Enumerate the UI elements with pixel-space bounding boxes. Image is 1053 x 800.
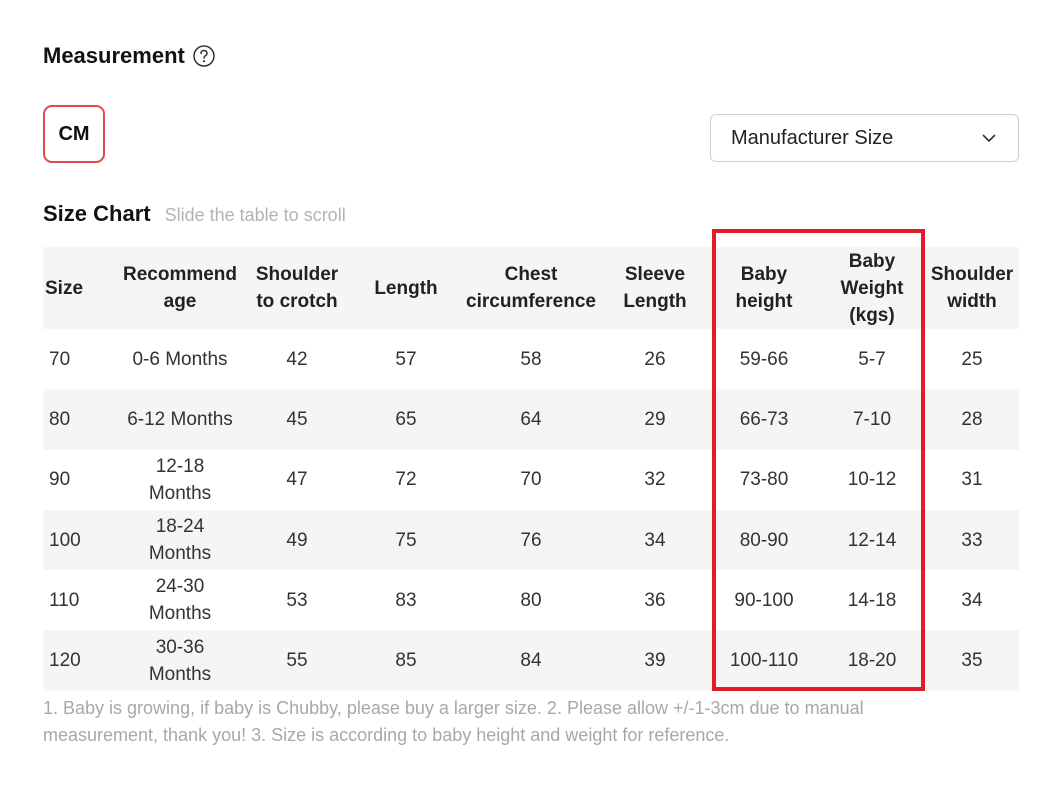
size-type-value: Manufacturer Size [731,126,894,149]
table-cell: 66-73 [709,389,819,450]
unit-cm-button[interactable]: CM [43,105,105,163]
table-cell: 80-90 [709,509,819,571]
table-cell: 76 [461,509,601,571]
table-cell: 18-20 [819,630,925,691]
measurement-header: Measurement [43,43,215,69]
table-cell: 110 [49,589,80,611]
table-cell: 65 [351,389,461,450]
size-chart-title: Size Chart [43,201,151,226]
unit-cm-label: CM [58,122,90,145]
table-row: 110 24-30 Months 53 83 80 36 90-100 14-1… [43,570,1019,630]
size-chart-header: Size Chart Slide the table to scroll [43,201,346,227]
table-cell: 72 [395,469,417,491]
table-row: 80 6-12 Months 45 65 64 29 66-73 7-10 28 [43,389,1019,450]
table-cell: 10-12 [847,469,897,491]
col-header-chest: Chest circumference [461,247,601,329]
table-cell: 35 [925,630,1019,691]
table-cell: 42 [286,348,308,370]
table-cell: 49 [243,509,351,571]
question-icon[interactable] [193,45,215,67]
size-table[interactable]: Size Recommend age Shoulder to crotch Le… [43,247,1019,691]
table-cell: 34 [601,509,709,571]
table-cell: 18-24 Months [117,509,243,571]
table-header-row: Size Recommend age Shoulder to crotch Le… [43,247,1019,329]
table-cell: 7-10 [819,389,925,450]
table-row: 70 0-6 Months 42 57 58 26 59-66 5-7 25 [43,329,1019,389]
table-cell: 31 [961,469,983,491]
table-cell: 73-80 [739,469,789,491]
table-cell: 25 [961,348,983,370]
col-header-sleeve: Sleeve Length [601,247,709,329]
table-cell: 45 [243,389,351,450]
table-cell: 53 [286,589,308,611]
table-cell: 90 [49,469,71,491]
col-header-length: Length [351,247,461,329]
table-cell: 0-6 Months [132,348,228,370]
table-cell: 28 [925,389,1019,450]
size-type-select[interactable]: Manufacturer Size [710,114,1019,162]
table-cell: 70 [520,469,542,491]
table-cell: 29 [601,389,709,450]
table-cell: 12-18 Months [148,455,212,504]
table-cell: 26 [644,348,666,370]
scroll-hint: Slide the table to scroll [164,205,346,225]
table-cell: 58 [520,348,542,370]
table-cell: 47 [286,469,308,491]
table-cell: 32 [644,469,666,491]
table-row: 90 12-18 Months 47 72 70 32 73-80 10-12 … [43,450,1019,510]
table-cell: 120 [43,630,117,691]
table-cell: 85 [351,630,461,691]
table-cell: 39 [601,630,709,691]
table-cell: 6-12 Months [117,389,243,450]
table-cell: 84 [461,630,601,691]
table-cell: 100-110 [709,630,819,691]
table-cell: 55 [243,630,351,691]
col-header-age: Recommend age [117,247,243,329]
table-cell: 34 [961,589,983,611]
table-cell: 64 [461,389,601,450]
chevron-down-icon [982,134,996,143]
table-cell: 57 [395,348,417,370]
table-cell: 30-36 Months [117,630,243,691]
size-note: 1. Baby is growing, if baby is Chubby, p… [43,698,864,745]
col-header-shoulder-to-crotch: Shoulder to crotch [243,247,351,329]
table-cell: 90-100 [734,589,794,611]
table-cell: 75 [351,509,461,571]
col-header-baby-weight: Baby Weight (kgs) [819,247,925,329]
table-cell: 80 [43,389,117,450]
table-cell: 59-66 [739,348,789,370]
page-title: Measurement [43,43,185,68]
table-cell: 5-7 [858,348,886,370]
col-header-size: Size [43,247,117,329]
table-cell: 100 [43,509,117,571]
col-header-baby-height: Baby height [709,247,819,329]
table-row: 100 18-24 Months 49 75 76 34 80-90 12-14… [43,509,1019,571]
table-row: 120 30-36 Months 55 85 84 39 100-110 18-… [43,630,1019,691]
table-cell: 33 [925,509,1019,571]
table-cell: 24-30 Months [148,576,212,625]
table-cell: 70 [49,348,71,370]
table-cell: 80 [520,589,542,611]
table-cell: 83 [395,589,417,611]
table-cell: 14-18 [847,589,897,611]
table-cell: 12-14 [819,509,925,571]
col-header-shoulder-width: Shoulder width [925,247,1019,329]
table-cell: 36 [644,589,666,611]
